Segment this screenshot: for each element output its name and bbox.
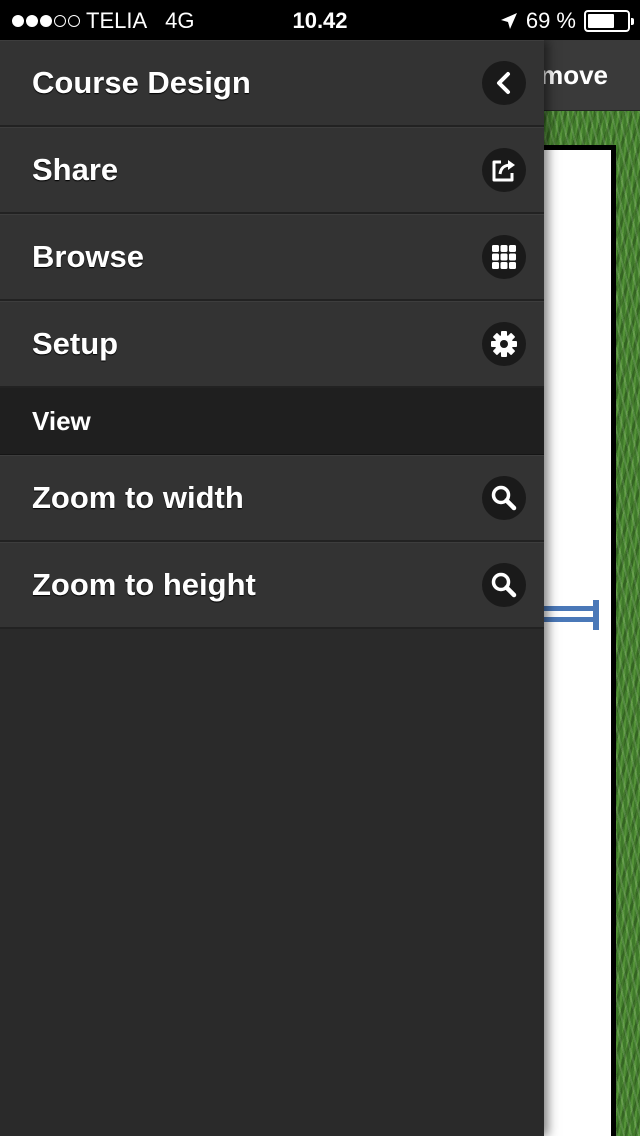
location-arrow-icon <box>500 13 517 29</box>
menu-item-label: Zoom to height <box>32 567 256 602</box>
side-drawer: Course Design Share Browse Setup View Zo… <box>0 40 544 1136</box>
status-bar: TELIA 4G 10.42 69 % <box>0 0 640 40</box>
menu-item-zoom-to-height[interactable]: Zoom to height <box>0 542 544 629</box>
section-header-view: View <box>0 388 544 455</box>
search-icon <box>482 476 526 520</box>
gear-icon <box>482 322 526 366</box>
grid-icon <box>482 235 526 279</box>
menu-item-label: Course Design <box>32 65 251 100</box>
menu-item-label: Share <box>32 152 119 187</box>
battery-level <box>588 14 615 28</box>
menu-item-setup[interactable]: Setup <box>0 301 544 388</box>
menu-item-course-design[interactable]: Course Design <box>0 40 544 127</box>
menu-item-share[interactable]: Share <box>0 127 544 214</box>
section-label: View <box>32 405 91 436</box>
status-right: 69 % <box>500 8 634 34</box>
share-icon <box>482 148 526 192</box>
chevron-left-icon[interactable] <box>482 61 526 105</box>
menu-item-label: Setup <box>32 326 119 361</box>
menu-item-label: Browse <box>32 239 144 274</box>
battery-percent: 69 % <box>525 8 576 33</box>
menu-item-label: Zoom to width <box>32 480 244 515</box>
battery-icon <box>584 10 634 32</box>
menu-item-zoom-to-width[interactable]: Zoom to width <box>0 455 544 542</box>
course-mark-icon <box>536 600 599 630</box>
search-icon <box>482 563 526 607</box>
remove-button[interactable]: move <box>540 60 608 91</box>
menu-item-browse[interactable]: Browse <box>0 214 544 301</box>
